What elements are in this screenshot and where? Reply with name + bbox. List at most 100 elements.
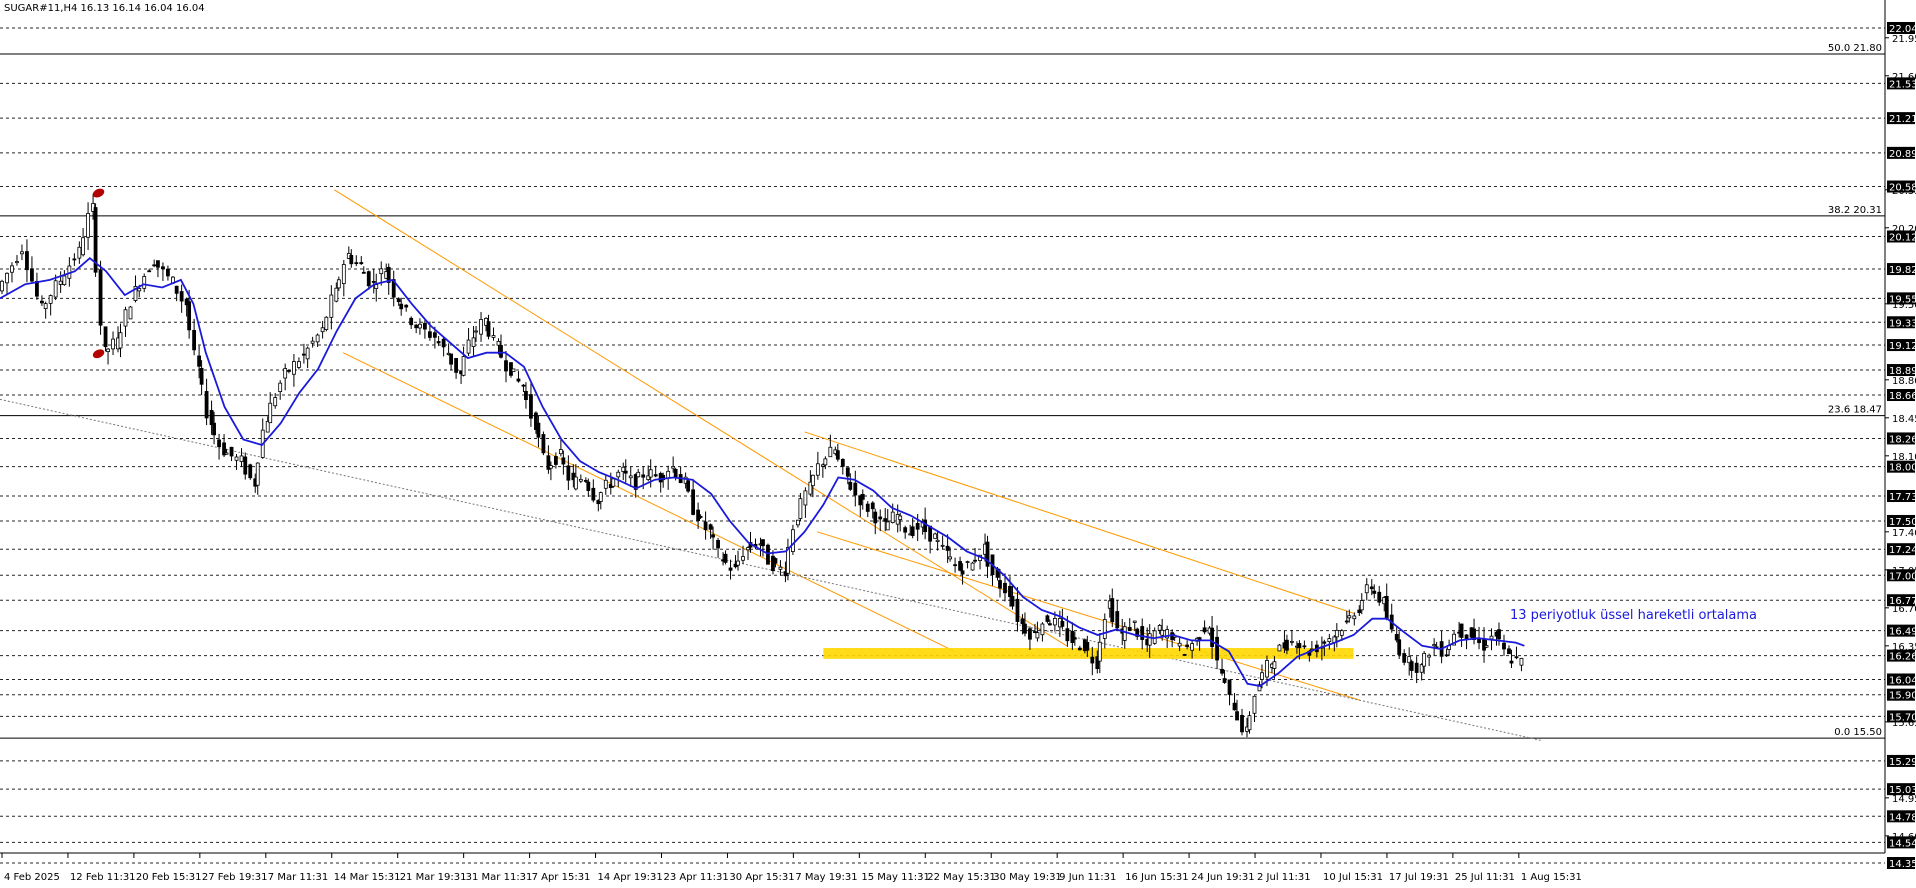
candle-body-191 <box>823 458 828 466</box>
candle-body-289 <box>1232 702 1237 711</box>
candle-body-201 <box>865 503 870 512</box>
candle-body-64 <box>287 370 291 372</box>
candle-body-354 <box>1502 642 1506 650</box>
candle-body-212 <box>910 526 915 536</box>
candle-body-218 <box>935 539 940 542</box>
candle-body-340 <box>1444 654 1449 657</box>
candle-body-183 <box>791 529 795 552</box>
candle-body-186 <box>803 490 808 506</box>
candle-body-147 <box>641 474 646 478</box>
candle-body-101 <box>449 353 454 365</box>
y-level-label-15: 17.50 <box>1889 517 1916 528</box>
symbol-ohlc-readout: SUGAR#11,H4 16.13 16.14 16.04 16.04 <box>4 3 205 14</box>
candle-body-271 <box>1157 625 1162 631</box>
candle-body-296 <box>1260 672 1264 680</box>
y-level-label-5: 20.12 <box>1889 232 1916 243</box>
candle-body-306 <box>1302 645 1307 648</box>
candle-body-311 <box>1322 641 1327 644</box>
candle-body-34 <box>156 260 160 268</box>
candle-body-315 <box>1339 630 1344 636</box>
y-tick-label-6: 18.45 <box>1892 414 1916 425</box>
candle-body-125 <box>549 465 553 469</box>
candle-body-242 <box>1035 632 1040 639</box>
candle-body-162 <box>703 521 708 531</box>
candle-body-244 <box>1045 615 1050 622</box>
x-tick-label-16: 9 Jun 11:31 <box>1059 872 1116 883</box>
price-chart[interactable]: 50.0 21.8038.2 20.3123.6 18.470.0 15.50 … <box>0 0 1916 888</box>
candle-body-93 <box>414 324 419 329</box>
candle-body-254 <box>1085 641 1090 651</box>
candle-body-133 <box>583 480 588 482</box>
candle-body-127 <box>558 449 563 455</box>
candle-body-11 <box>53 280 58 298</box>
x-tick-label-2: 20 Feb 15:31 <box>136 872 202 883</box>
candle-body-68 <box>305 347 310 360</box>
x-tick-label-19: 2 Jul 11:31 <box>1257 872 1311 883</box>
x-tick-label-9: 14 Apr 19:31 <box>598 872 663 883</box>
candle-body-15 <box>72 258 77 261</box>
candle-body-94 <box>418 323 422 329</box>
candle-body-7 <box>35 280 39 297</box>
y-tick-label-5: 18.80 <box>1892 376 1916 387</box>
candle-body-129 <box>566 465 571 481</box>
candle-body-83 <box>371 281 376 283</box>
candle-body-227 <box>973 559 977 562</box>
candle-body-72 <box>324 316 329 330</box>
candle-body-317 <box>1347 615 1352 619</box>
candle-body-2 <box>10 265 14 273</box>
candle-body-9 <box>43 303 48 310</box>
candle-body-329 <box>1397 639 1402 655</box>
x-tick-label-1: 12 Feb 11:31 <box>70 872 136 883</box>
candle-body-172 <box>746 547 750 551</box>
candle-body-300 <box>1277 644 1282 652</box>
candle-body-89 <box>396 298 401 303</box>
candle-body-62 <box>278 382 283 393</box>
candle-body-290 <box>1235 711 1239 721</box>
candle-body-225 <box>965 561 970 563</box>
fib-label-1: 38.2 20.31 <box>1828 205 1882 216</box>
candle-body-284 <box>1210 627 1214 647</box>
candle-body-203 <box>873 511 878 524</box>
candle-body-66 <box>297 361 301 368</box>
candle-body-196 <box>845 467 850 477</box>
candle-body-158 <box>686 480 691 492</box>
candle-body-102 <box>454 358 458 373</box>
candle-body-324 <box>1377 591 1382 603</box>
ema-annotation: 13 periyotluk üssel hareketli ortalama <box>1510 608 1757 623</box>
candle-body-74 <box>334 287 339 302</box>
candle-body-288 <box>1227 679 1232 695</box>
y-level-label-27: 14.54 <box>1889 838 1916 849</box>
candle-body-176 <box>761 539 765 547</box>
candle-body-150 <box>653 474 658 477</box>
y-tick-label-0: 21.95 <box>1892 34 1916 45</box>
candle-body-41 <box>187 301 192 331</box>
candle-body-353 <box>1497 629 1501 640</box>
candle-body-33 <box>152 264 157 267</box>
y-level-label-18: 16.77 <box>1889 596 1916 607</box>
candle-body-220 <box>945 545 950 551</box>
candle-body-251 <box>1072 637 1077 640</box>
x-tick-label-11: 30 Apr 15:31 <box>729 872 794 883</box>
candle-body-118 <box>521 384 526 387</box>
y-level-label-23: 15.70 <box>1889 712 1916 723</box>
y-level-label-21: 16.04 <box>1889 675 1916 686</box>
candle-body-198 <box>853 482 858 496</box>
candle-body-349 <box>1482 638 1486 651</box>
candle-body-281 <box>1197 637 1202 640</box>
candle-body-135 <box>591 487 596 501</box>
candle-body-185 <box>798 498 803 519</box>
candle-body-71 <box>320 327 325 333</box>
y-level-label-12: 18.26 <box>1889 434 1916 445</box>
candle-body-132 <box>578 478 583 482</box>
candle-body-323 <box>1372 590 1377 594</box>
candle-body-48 <box>217 439 221 448</box>
candle-body-111 <box>491 335 496 338</box>
candle-body-5 <box>25 251 29 271</box>
candle-body-189 <box>815 463 820 476</box>
candle-body-3 <box>15 261 19 264</box>
fib-label-3: 0.0 15.50 <box>1834 727 1882 738</box>
candle-body-177 <box>766 544 770 565</box>
candle-body-320 <box>1359 600 1364 611</box>
candle-body-92 <box>409 317 414 326</box>
candle-body-96 <box>427 331 432 338</box>
